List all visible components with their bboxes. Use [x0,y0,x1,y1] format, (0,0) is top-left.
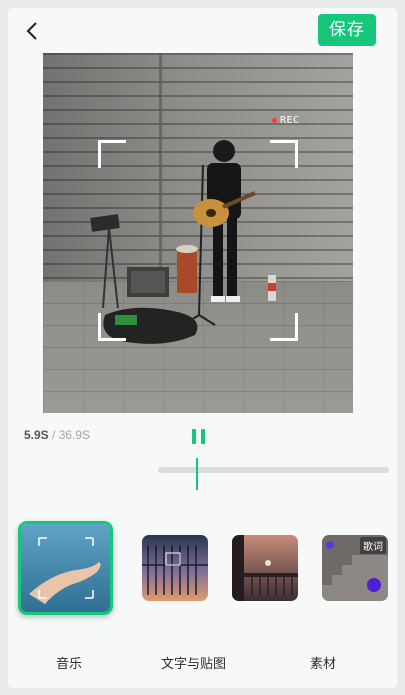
frame-corner-top-left-icon [98,140,126,168]
timeline-playhead[interactable] [196,458,198,490]
rec-label: REC [280,115,300,126]
street-musician-photo [90,53,276,344]
tab-material[interactable]: 素材 [310,653,336,672]
lyrics-badge: 歌词 [360,537,386,554]
frame-corner-bottom-left-icon [98,313,126,341]
current-time: 5.9S [24,428,49,442]
chevron-left-icon [26,22,37,40]
frame-corner-bottom-right-icon [270,313,298,341]
tab-music[interactable]: 音乐 [56,653,82,672]
thumbnail-lyrics[interactable]: 歌词 [322,535,388,601]
save-button[interactable]: 保存 [318,14,376,46]
pause-icon [192,429,196,444]
thumbnail-text-sticker[interactable] [142,535,208,601]
sunset-fence-thumbnail [142,535,208,601]
total-time: 36.9S [58,428,91,442]
thumbnail-material[interactable] [232,535,298,601]
tab-text-sticker[interactable]: 文字与贴图 [161,653,226,672]
video-editor-screen: 保存 REC 5.9S / 36.9S 歌词 音乐 文字与贴图 素材 [8,8,397,688]
balcony-thumbnail [232,535,298,601]
back-button[interactable] [22,20,44,42]
time-separator: / [48,428,59,442]
rec-dot-icon [272,117,277,123]
rec-indicator: REC [272,115,300,126]
frame-corner-top-right-icon [270,140,298,168]
pause-icon-bar [201,429,205,444]
timeline-track[interactable] [158,467,389,473]
thumbnail-music[interactable] [18,521,113,615]
hand-photo-thumbnail [21,524,110,612]
playback-time: 5.9S / 36.9S [24,428,90,442]
pause-button[interactable] [191,429,207,445]
video-preview[interactable]: REC [43,53,353,413]
